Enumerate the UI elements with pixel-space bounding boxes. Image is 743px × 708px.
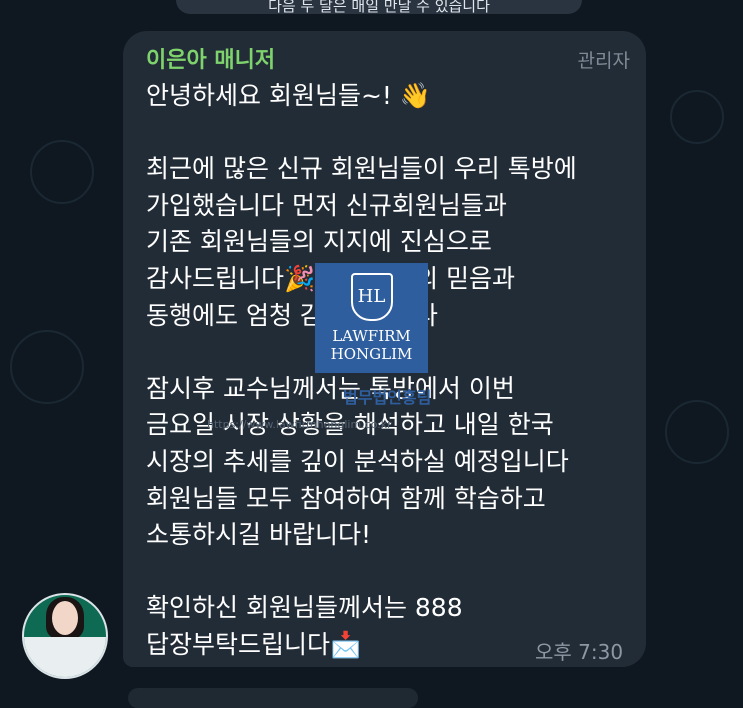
watermark-logo: HL LAWFIRM HONGLIM xyxy=(315,263,428,373)
watermark-subtitle: 법무법인홍림 xyxy=(343,388,432,407)
avatar[interactable] xyxy=(22,593,108,679)
avatar-card xyxy=(24,637,106,677)
sender-name[interactable]: 이은아 매니저 xyxy=(146,42,275,74)
background-doodle xyxy=(665,400,729,464)
shield-icon: HL xyxy=(350,273,393,321)
background-doodle xyxy=(670,90,724,144)
watermark-url: https://www.lawfirmhonglim.co.kr xyxy=(207,418,392,431)
avatar-face xyxy=(52,601,78,635)
date-banner: 다음 두 달은 매일 만날 수 있습니다 xyxy=(176,0,582,14)
watermark-name-1: LAWFIRM xyxy=(332,327,411,345)
background-doodle xyxy=(30,140,94,204)
next-message-edge xyxy=(128,688,418,708)
watermark-name-2: HONGLIM xyxy=(330,345,413,363)
message-time: 오후 7:30 xyxy=(535,640,624,664)
admin-badge: 관리자 xyxy=(577,50,630,72)
background-doodle xyxy=(10,330,84,404)
